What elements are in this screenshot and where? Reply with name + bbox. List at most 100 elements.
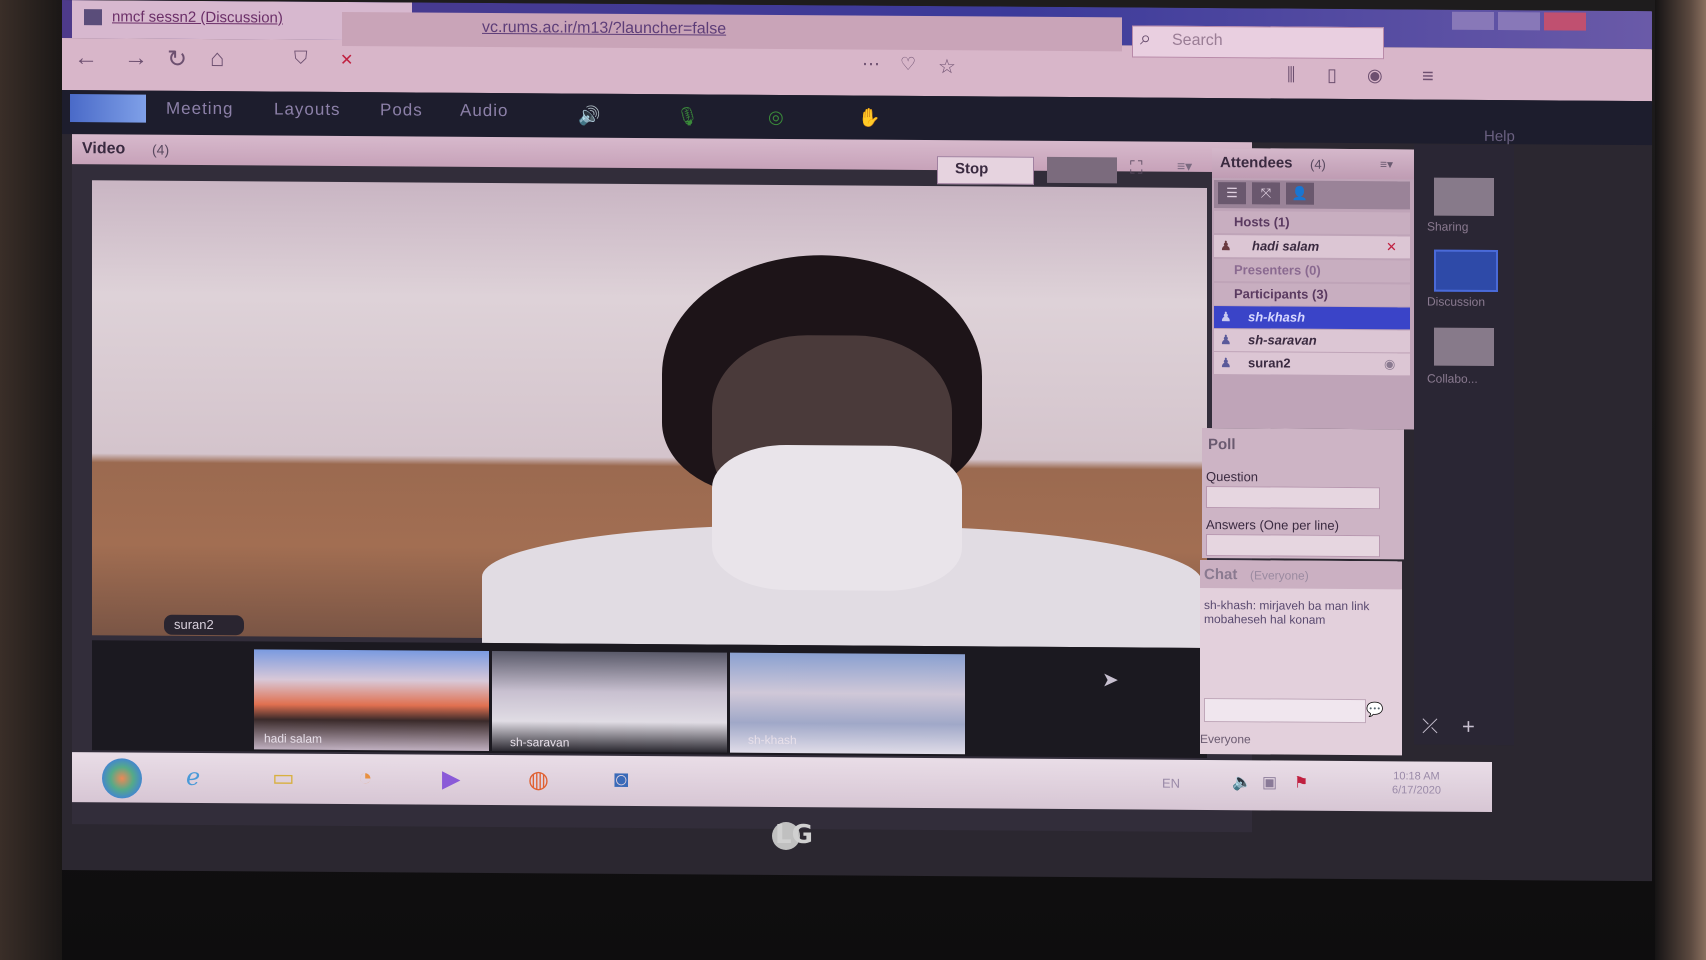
participant-row[interactable]: ♟ sh-saravan xyxy=(1214,329,1410,353)
firefox-icon[interactable]: ◍ xyxy=(528,765,549,794)
folder-icon[interactable]: ▭ xyxy=(272,763,295,792)
menu-meeting[interactable]: Meeting xyxy=(166,99,233,119)
poll-answers-field[interactable] xyxy=(1206,533,1380,558)
fullscreen-icon[interactable]: ⛶ xyxy=(1130,157,1160,183)
hamburger-menu-icon[interactable]: ≡ xyxy=(1422,65,1434,88)
reload-icon[interactable]: ↻ xyxy=(167,45,187,74)
blocked-mic-icon: ✕ xyxy=(1386,239,1397,255)
home-icon[interactable]: ⌂ xyxy=(210,45,225,73)
search-icon: ⌕ xyxy=(1140,27,1152,50)
user-options-icon[interactable]: 👤 xyxy=(1286,182,1314,205)
poll-question-field[interactable] xyxy=(1206,485,1380,510)
speaker-icon[interactable]: 🔊 xyxy=(578,106,600,127)
raise-hand-icon[interactable]: ✋ xyxy=(858,108,880,129)
close-window-button[interactable] xyxy=(1544,12,1586,31)
list-view-icon[interactable]: ☰ xyxy=(1218,182,1246,205)
webcam-status-icon: ◉ xyxy=(1384,356,1396,372)
layout-sharing[interactable] xyxy=(1434,177,1494,216)
search-input[interactable] xyxy=(1132,25,1384,60)
notification-icon[interactable]: ⚑ xyxy=(1294,773,1308,793)
participant-name: sh-saravan xyxy=(1248,332,1317,348)
back-arrow-icon[interactable]: ← xyxy=(74,44,98,72)
layout-label: Sharing xyxy=(1427,219,1469,234)
app-icon[interactable]: ◙ xyxy=(614,766,629,794)
page-actions-icon[interactable]: ⋯ xyxy=(862,54,880,75)
player-icon[interactable]: ▶ xyxy=(442,765,460,794)
attendees-count: (4) xyxy=(1310,156,1326,172)
start-button[interactable] xyxy=(102,758,142,799)
attendees-title: Attendees xyxy=(1220,154,1293,172)
layout-discussion[interactable] xyxy=(1434,249,1498,293)
chat-input[interactable] xyxy=(1204,697,1366,724)
send-message-icon[interactable]: 💬 xyxy=(1366,701,1383,718)
volume-icon[interactable]: 🔈 xyxy=(1232,772,1252,792)
presenters-section-label: Presenters (0) xyxy=(1234,262,1321,278)
ie-icon[interactable]: ℯ xyxy=(186,763,200,792)
library-icon[interactable]: ⫼ xyxy=(1287,65,1295,86)
participant-row[interactable]: ♟ suran2 ◉ xyxy=(1214,352,1410,376)
account-icon[interactable]: ◉ xyxy=(1367,65,1383,86)
presenters-section[interactable]: Presenters (0) xyxy=(1214,259,1410,283)
thumbnail-name: sh-saravan xyxy=(510,735,570,750)
host-row[interactable]: ♟ hadi salam ✕ xyxy=(1214,235,1410,259)
video-thumbnail[interactable]: sh-khash xyxy=(730,652,965,755)
hosts-section[interactable]: Hosts (1) xyxy=(1214,211,1410,235)
sidebar-icon[interactable]: ▯ xyxy=(1327,65,1337,86)
collapse-rail-icon[interactable]: ⤫ xyxy=(1422,715,1438,738)
monitor-brand: LG xyxy=(775,820,813,850)
url-bar[interactable] xyxy=(342,11,1122,52)
host-icon: ♟ xyxy=(1220,238,1232,254)
expand-icon[interactable]: ⤧ xyxy=(1252,182,1280,205)
participant-row[interactable]: ♟ sh-khash xyxy=(1214,306,1410,330)
app-logo xyxy=(70,94,146,123)
attendees-options-icon[interactable]: ≡▾ xyxy=(1380,157,1393,171)
webcam-icon[interactable]: ◎ xyxy=(768,107,784,128)
chat-message: sh-khash: mirjaveh ba man link mobaheseh… xyxy=(1204,597,1370,627)
speaker-name: suran2 xyxy=(174,616,214,633)
layout-label: Collabo... xyxy=(1427,371,1478,386)
shield-icon[interactable]: ⛉ xyxy=(294,48,308,69)
bookmark-star-icon[interactable]: ☆ xyxy=(938,54,956,79)
search-placeholder: Search xyxy=(1172,31,1223,50)
participant-icon: ♟ xyxy=(1220,332,1232,348)
chat-title: Chat xyxy=(1204,565,1238,584)
pod-options-icon[interactable]: ≡▾ xyxy=(1177,158,1192,175)
media-icon[interactable]: ◔ xyxy=(358,764,373,792)
network-icon[interactable]: ▣ xyxy=(1262,772,1277,792)
forward-arrow-icon[interactable]: → xyxy=(124,44,148,72)
minimize-button[interactable] xyxy=(1452,11,1494,30)
video-thumbnail[interactable]: sh-saravan xyxy=(492,651,727,753)
layout-rail xyxy=(1414,144,1514,746)
pocket-icon[interactable]: ♡ xyxy=(900,54,916,75)
layout-label: Discussion xyxy=(1427,294,1486,309)
microphone-icon[interactable]: 🎙 xyxy=(676,106,699,127)
poll-question-label: Question xyxy=(1206,468,1259,485)
menu-layouts[interactable]: Layouts xyxy=(274,99,341,119)
host-name: hadi salam xyxy=(1252,238,1320,254)
participant-name: suran2 xyxy=(1248,355,1291,371)
video-pod-title: Video xyxy=(82,140,126,158)
video-layout-toggle[interactable] xyxy=(1047,156,1117,184)
participant-name: sh-khash xyxy=(1248,309,1306,325)
maximize-button[interactable] xyxy=(1498,12,1540,31)
help-link[interactable]: Help xyxy=(1484,128,1515,145)
participants-section[interactable]: Participants (3) xyxy=(1214,283,1410,307)
menu-audio[interactable]: Audio xyxy=(460,101,508,121)
tab-favicon-icon xyxy=(84,9,102,26)
chat-recipient-selector[interactable]: Everyone xyxy=(1200,732,1251,746)
mouse-cursor-icon: ➤ xyxy=(1102,669,1119,692)
layout-collaboration[interactable] xyxy=(1434,327,1494,366)
menu-pods[interactable]: Pods xyxy=(380,100,423,120)
add-layout-icon[interactable]: + xyxy=(1462,714,1475,740)
url-text: vc.rums.ac.ir/m13/?launcher=false xyxy=(482,18,727,38)
thumbnail-name: hadi salam xyxy=(264,731,323,746)
thumbnail-name: sh-khash xyxy=(748,732,797,748)
blocked-camera-icon[interactable]: ✕ xyxy=(340,50,353,70)
monitor-screen: nmcf sessn2 (Discussion) ✕ ← → ↻ ⌂ ⛉ ✕ v… xyxy=(62,0,1652,882)
window-controls xyxy=(1452,10,1652,37)
language-indicator-icon[interactable]: EN xyxy=(1162,776,1180,791)
video-thumbnail[interactable]: hadi salam xyxy=(254,649,489,751)
background-wall xyxy=(0,0,62,960)
chat-pod xyxy=(1200,559,1402,756)
system-clock[interactable]: 10:18 AM 6/17/2020 xyxy=(1392,769,1441,797)
